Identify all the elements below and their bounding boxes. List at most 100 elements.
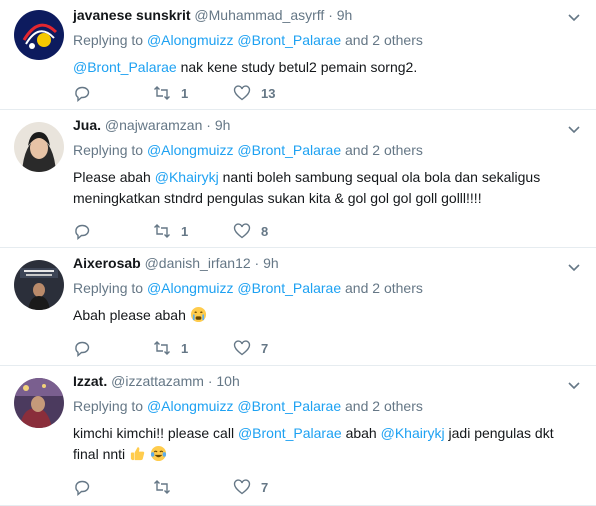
reply-icon xyxy=(75,480,90,496)
retweet-icon xyxy=(154,224,170,238)
tweet-body: nak kene study betul2 pemain sorng2. xyxy=(180,59,418,75)
tweet-body: kimchi kimchi!! please call xyxy=(73,425,235,441)
tweet-actions: 1 13 xyxy=(73,84,313,102)
separator-dot: · xyxy=(207,373,213,389)
like-count: 13 xyxy=(261,85,276,101)
retweet-button[interactable]: 1 xyxy=(153,222,233,240)
replying-to-label: Replying to xyxy=(73,398,144,414)
tweet-text: Abah please abah xyxy=(73,305,582,326)
like-count: 8 xyxy=(261,223,269,239)
reply-button[interactable] xyxy=(73,84,153,102)
timestamp[interactable]: 9h xyxy=(263,255,279,271)
display-name[interactable]: Izzat. xyxy=(73,373,107,389)
others-link[interactable]: and 2 others xyxy=(345,32,423,48)
tweet-body: Please abah xyxy=(73,169,151,185)
tweet-actions: 7 xyxy=(73,478,313,496)
mention-link[interactable]: @Bront_Palarae xyxy=(73,59,177,75)
avatar[interactable] xyxy=(14,378,64,428)
retweet-button[interactable]: 1 xyxy=(153,84,233,102)
mention-link[interactable]: @Alongmuizz xyxy=(147,142,234,158)
mention-link[interactable]: @Alongmuizz xyxy=(147,32,234,48)
chevron-down-icon[interactable] xyxy=(566,378,582,394)
user-handle[interactable]: @izzattazamm xyxy=(111,373,204,389)
crying-face-emoji-icon xyxy=(190,306,206,323)
mention-link[interactable]: @Bront_Palarae xyxy=(238,425,342,441)
like-button[interactable]: 7 xyxy=(233,478,313,496)
tweet-actions: 1 8 xyxy=(73,222,313,240)
reply-button[interactable] xyxy=(73,222,153,240)
reply-icon xyxy=(75,86,90,102)
user-handle[interactable]: @najwaramzan xyxy=(105,117,202,133)
user-handle[interactable]: @danish_irfan12 xyxy=(145,255,251,271)
retweet-icon xyxy=(154,480,170,494)
tweet-text: kimchi kimchi!! please call @Bront_Palar… xyxy=(73,423,582,465)
avatar[interactable] xyxy=(14,260,64,310)
like-button[interactable]: 7 xyxy=(233,339,313,357)
reply-icon xyxy=(75,224,90,240)
heart-icon xyxy=(233,85,251,101)
heart-icon xyxy=(233,223,251,239)
reply-button[interactable] xyxy=(73,478,153,496)
tweet-header: Izzat. @izzattazamm · 10h xyxy=(73,372,582,391)
like-button[interactable]: 8 xyxy=(233,222,313,240)
others-link[interactable]: and 2 others xyxy=(345,142,423,158)
tweet-header: Aixerosab @danish_irfan12 · 9h xyxy=(73,254,582,273)
timestamp[interactable]: 9h xyxy=(215,117,231,133)
separator-dot: · xyxy=(206,117,211,133)
chevron-down-icon[interactable] xyxy=(566,10,582,26)
mention-link[interactable]: @Bront_Palarae xyxy=(237,398,341,414)
thumbs-up-emoji-icon xyxy=(130,447,145,461)
others-link[interactable]: and 2 others xyxy=(345,398,423,414)
mention-link[interactable]: @Bront_Palarae xyxy=(237,32,341,48)
tweet[interactable]: Aixerosab @danish_irfan12 · 9h Replying … xyxy=(0,248,596,366)
heart-icon xyxy=(233,479,251,495)
heart-icon xyxy=(233,340,251,356)
replying-to: Replying to @Alongmuizz @Bront_Palarae a… xyxy=(73,31,582,50)
retweet-count: 1 xyxy=(181,223,189,239)
timestamp[interactable]: 10h xyxy=(216,373,239,389)
avatar[interactable] xyxy=(14,10,64,60)
retweet-button[interactable] xyxy=(153,478,233,496)
replying-to-label: Replying to xyxy=(73,280,144,296)
tweet[interactable]: Jua. @najwaramzan · 9h Replying to @Alon… xyxy=(0,110,596,248)
reply-button[interactable] xyxy=(73,339,153,357)
display-name[interactable]: Jua. xyxy=(73,117,101,133)
replying-to: Replying to @Alongmuizz @Bront_Palarae a… xyxy=(73,279,582,298)
replying-to-label: Replying to xyxy=(73,32,144,48)
tweet-header: Jua. @najwaramzan · 9h xyxy=(73,116,582,135)
replying-to: Replying to @Alongmuizz @Bront_Palarae a… xyxy=(73,141,582,160)
tweet-header: javanese sunskrit @Muhammad_asyrff · 9h xyxy=(73,6,582,25)
retweet-count: 1 xyxy=(181,85,189,101)
user-handle[interactable]: @Muhammad_asyrff xyxy=(194,7,324,23)
like-button[interactable]: 13 xyxy=(233,84,313,102)
reply-icon xyxy=(75,341,90,357)
mention-link[interactable]: @Alongmuizz xyxy=(147,280,234,296)
display-name[interactable]: javanese sunskrit xyxy=(73,7,191,23)
others-link[interactable]: and 2 others xyxy=(345,280,423,296)
retweet-icon xyxy=(154,341,170,355)
display-name[interactable]: Aixerosab xyxy=(73,255,141,271)
chevron-down-icon[interactable] xyxy=(566,122,582,138)
tweet-text: Please abah @Khairykj nanti boleh sambun… xyxy=(73,167,582,209)
tweet[interactable]: javanese sunskrit @Muhammad_asyrff · 9h … xyxy=(0,0,596,110)
retweet-count: 1 xyxy=(181,340,189,356)
replying-to: Replying to @Alongmuizz @Bront_Palarae a… xyxy=(73,397,582,416)
avatar[interactable] xyxy=(14,122,64,172)
retweet-icon xyxy=(154,86,170,100)
like-count: 7 xyxy=(261,340,269,356)
separator-dot: · xyxy=(254,255,260,271)
tweet-actions: 1 7 xyxy=(73,339,313,357)
tweet-body: abah xyxy=(345,425,377,441)
separator-dot: · xyxy=(328,7,333,23)
mention-link[interactable]: @Alongmuizz xyxy=(147,398,234,414)
mention-link[interactable]: @Khairykj xyxy=(381,425,445,441)
timestamp[interactable]: 9h xyxy=(337,7,353,23)
mention-link[interactable]: @Bront_Palarae xyxy=(237,142,341,158)
mention-link[interactable]: @Bront_Palarae xyxy=(237,280,341,296)
mention-link[interactable]: @Khairykj xyxy=(155,169,219,185)
chevron-down-icon[interactable] xyxy=(566,260,582,276)
replying-to-label: Replying to xyxy=(73,142,144,158)
tweet[interactable]: Izzat. @izzattazamm · 10h Replying to @A… xyxy=(0,366,596,506)
retweet-button[interactable]: 1 xyxy=(153,339,233,357)
tears-of-joy-emoji-icon xyxy=(150,445,166,462)
